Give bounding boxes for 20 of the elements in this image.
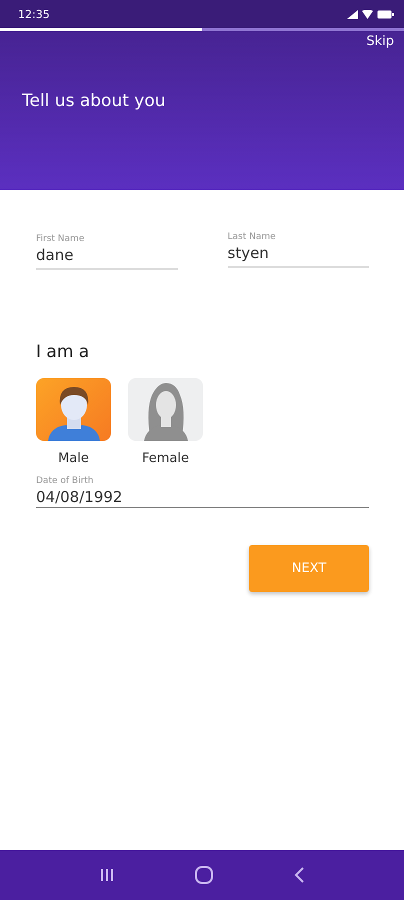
signal-icon	[347, 10, 358, 18]
gender-label: Male	[58, 451, 89, 466]
wifi-icon	[362, 10, 373, 18]
skip-button[interactable]: Skip	[366, 34, 394, 49]
status-time: 12:35	[18, 8, 50, 20]
gender-option[interactable]	[128, 378, 203, 441]
name-field[interactable]: dane	[36, 244, 178, 270]
page-title: Tell us about you	[22, 91, 167, 111]
field-label: Date of Birth	[36, 476, 95, 486]
gender-label: Female	[142, 451, 189, 466]
field-label: Last Name	[228, 232, 277, 242]
recent-apps-icon[interactable]	[99, 867, 116, 883]
home-icon[interactable]	[194, 865, 214, 885]
back-icon[interactable]	[292, 866, 305, 884]
battery-icon	[377, 10, 394, 18]
gender-heading: I am a	[36, 342, 90, 362]
birth-date-field[interactable]: 04/08/1992	[36, 486, 369, 508]
name-field[interactable]: styen	[228, 242, 369, 268]
gender-option[interactable]	[36, 378, 111, 441]
field-label: First Name	[36, 234, 86, 244]
